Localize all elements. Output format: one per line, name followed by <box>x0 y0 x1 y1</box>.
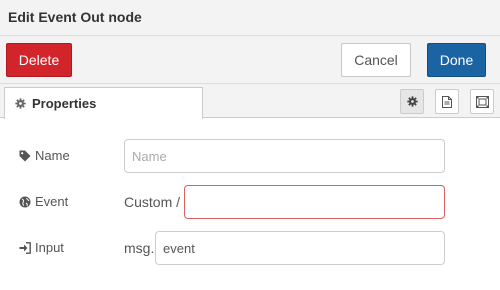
tab-properties-label: Properties <box>32 96 97 111</box>
input-row: Input msg. <box>0 231 500 265</box>
tab-appearance-button[interactable] <box>470 89 494 114</box>
edit-tray: Edit Event Out node Delete Cancel Done P… <box>0 0 500 290</box>
tab-properties[interactable]: Properties <box>4 87 203 119</box>
tray-title: Edit Event Out node <box>8 9 142 25</box>
appearance-icon <box>475 95 489 108</box>
event-prefix: Custom / <box>124 194 181 210</box>
input-label-text: Input <box>35 240 64 255</box>
event-label-text: Event <box>35 194 69 209</box>
input-prefix: msg. <box>124 240 155 256</box>
tray-header: Edit Event Out node <box>0 0 500 36</box>
done-button[interactable]: Done <box>427 43 486 77</box>
name-label: Name <box>19 148 70 163</box>
event-row: Event Custom / <box>0 185 500 219</box>
event-input[interactable] <box>184 185 445 219</box>
input-property-field[interactable] <box>155 231 445 265</box>
globe-icon <box>19 196 31 207</box>
tag-icon <box>19 150 31 161</box>
event-label: Event <box>19 194 68 209</box>
delete-button[interactable]: Delete <box>6 43 72 77</box>
tabs-bar: Properties <box>0 84 500 119</box>
gear-icon <box>406 96 418 107</box>
tray-toolbar: Delete Cancel Done <box>0 36 500 84</box>
gear-icon <box>15 98 26 109</box>
tab-description-button[interactable] <box>435 89 459 114</box>
description-icon <box>442 95 452 108</box>
name-row: Name <box>0 139 500 173</box>
input-label: Input <box>19 240 64 255</box>
name-label-text: Name <box>35 148 70 163</box>
cancel-button[interactable]: Cancel <box>341 43 411 77</box>
tab-properties-button[interactable] <box>400 89 424 114</box>
sign-in-icon <box>19 241 31 254</box>
name-input[interactable] <box>124 139 445 173</box>
